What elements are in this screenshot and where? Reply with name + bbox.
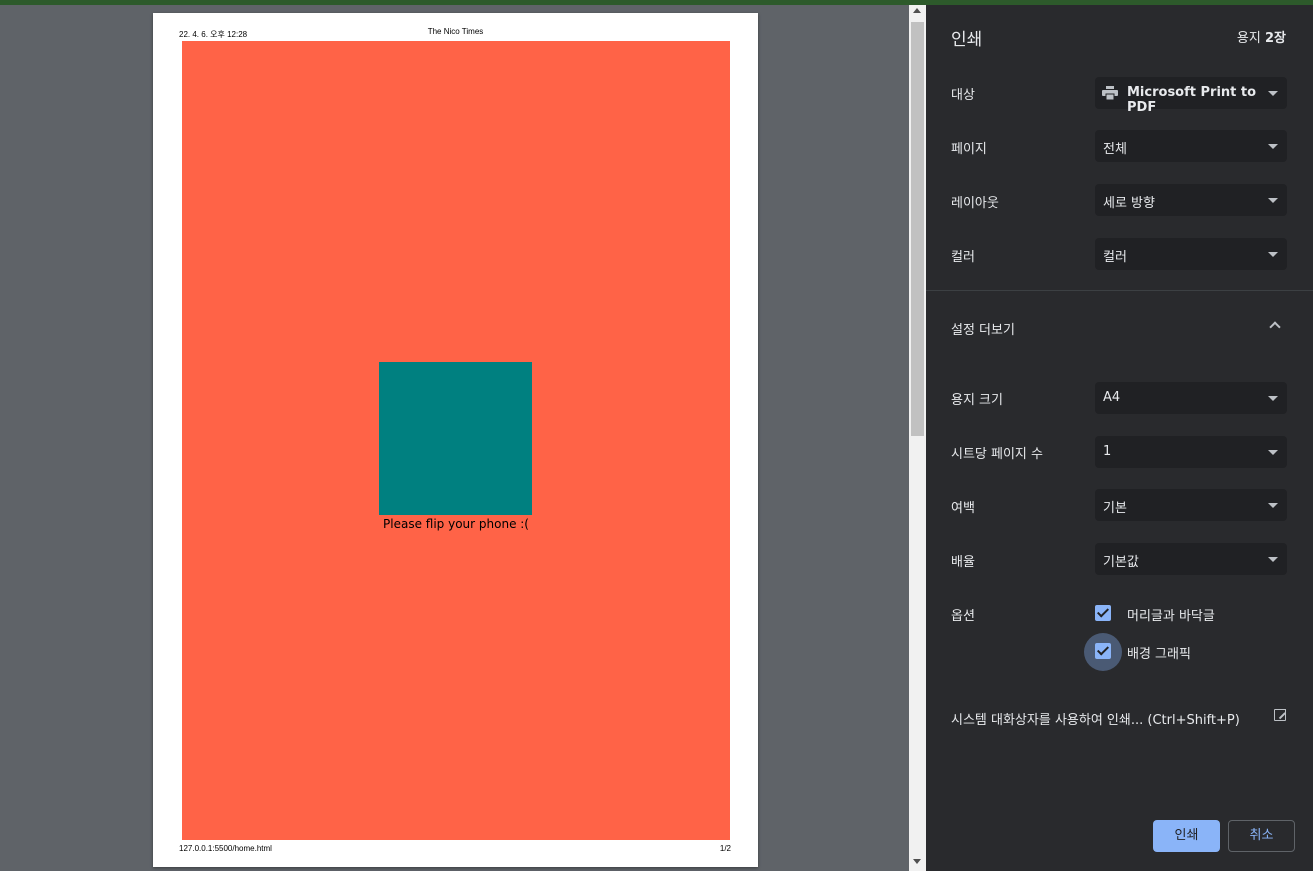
scroll-up-icon[interactable] — [913, 8, 921, 13]
teal-square — [379, 362, 532, 515]
chevron-down-icon — [1268, 252, 1278, 257]
system-dialog-link[interactable]: 시스템 대화상자를 사용하여 인쇄... (Ctrl+Shift+P) — [951, 709, 1240, 728]
sheet-count: 용지 2장 — [1237, 27, 1286, 46]
paper-size-select[interactable]: A4 — [1095, 382, 1287, 414]
destination-label: 대상 — [951, 88, 975, 103]
section-divider — [926, 290, 1313, 291]
pages-per-sheet-select[interactable]: 1 — [1095, 436, 1287, 468]
chevron-up-icon[interactable] — [1269, 321, 1281, 333]
scale-label: 배율 — [951, 555, 975, 570]
destination-value: Microsoft Print to PDF — [1127, 85, 1257, 115]
chevron-down-icon — [1268, 198, 1278, 203]
print-title: 인쇄 — [951, 30, 983, 50]
layout-label: 레이아웃 — [951, 196, 999, 211]
options-label: 옵션 — [951, 609, 975, 624]
sheet-count-value: 2장 — [1264, 31, 1286, 46]
background-graphics-label: 배경 그래픽 — [1127, 647, 1191, 662]
chevron-down-icon — [1268, 557, 1278, 562]
color-value: 컬러 — [1103, 250, 1127, 265]
pages-select[interactable]: 전체 — [1095, 130, 1287, 162]
cancel-button[interactable]: 취소 — [1228, 820, 1295, 852]
headers-footers-label: 머리글과 바닥글 — [1127, 609, 1215, 624]
printer-icon — [1102, 86, 1118, 100]
flip-phone-message: Please flip your phone :( — [182, 517, 730, 531]
margins-value: 기본 — [1103, 501, 1127, 516]
preview-scrollbar[interactable] — [909, 5, 926, 871]
headers-footers-checkbox[interactable] — [1095, 605, 1111, 621]
print-settings-panel: 인쇄 용지 2장 대상 Microsoft Print to PDF 페이지 전… — [926, 5, 1313, 871]
scroll-down-icon[interactable] — [913, 859, 921, 864]
scrollbar-thumb[interactable] — [911, 22, 924, 436]
pages-label: 페이지 — [951, 142, 987, 157]
preview-page: 22. 4. 6. 오후 12:28 The Nico Times Please… — [153, 13, 758, 867]
page-content-background: Please flip your phone :( — [182, 41, 730, 840]
chevron-down-icon — [1268, 450, 1278, 455]
more-settings-toggle[interactable]: 설정 더보기 — [951, 319, 1015, 338]
paper-size-label: 용지 크기 — [951, 393, 1003, 408]
open-in-new-icon[interactable] — [1274, 708, 1287, 721]
scale-select[interactable]: 기본값 — [1095, 543, 1287, 575]
sheet-count-prefix: 용지 — [1236, 31, 1265, 46]
chevron-down-icon — [1268, 144, 1278, 149]
color-select[interactable]: 컬러 — [1095, 238, 1287, 270]
pages-per-sheet-label: 시트당 페이지 수 — [951, 447, 1043, 462]
chevron-down-icon — [1268, 396, 1278, 401]
page-header-title: The Nico Times — [427, 27, 484, 36]
margins-select[interactable]: 기본 — [1095, 489, 1287, 521]
layout-select[interactable]: 세로 방향 — [1095, 184, 1287, 216]
layout-value: 세로 방향 — [1103, 196, 1155, 211]
pages-per-sheet-value: 1 — [1103, 444, 1112, 459]
chevron-down-icon — [1268, 503, 1278, 508]
margins-label: 여백 — [951, 501, 975, 516]
page-footer-url: 127.0.0.1:5500/home.html — [179, 844, 272, 853]
print-button[interactable]: 인쇄 — [1153, 820, 1220, 852]
scale-value: 기본값 — [1103, 555, 1139, 570]
page-footer-number: 1/2 — [719, 844, 731, 853]
flip-phone-text: Please flip your phone :( — [383, 517, 529, 531]
destination-select[interactable]: Microsoft Print to PDF — [1095, 77, 1287, 115]
print-preview-area: 22. 4. 6. 오후 12:28 The Nico Times Please… — [0, 5, 909, 871]
pages-value: 전체 — [1103, 142, 1127, 157]
color-label: 컬러 — [951, 250, 975, 265]
background-graphics-checkbox[interactable] — [1095, 643, 1111, 659]
chevron-down-icon — [1268, 91, 1278, 96]
paper-size-value: A4 — [1103, 390, 1121, 405]
